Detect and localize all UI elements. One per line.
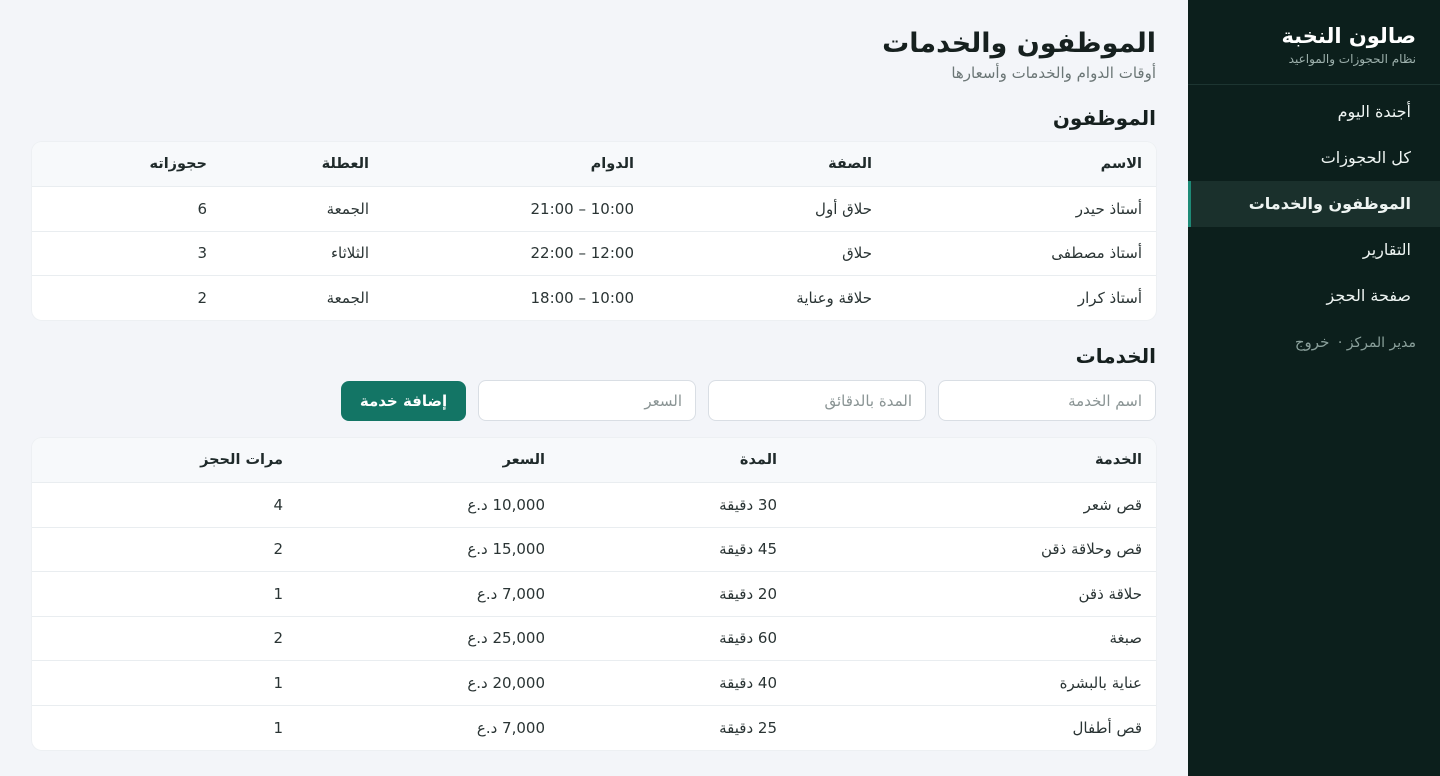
table-row: أستاذ حيدر حلاق أول 10:00 – 21:00 الجمعة… xyxy=(32,186,1156,231)
staff-hours: 10:00 – 18:00 xyxy=(383,275,648,320)
service-name: قص وحلاقة ذقن xyxy=(791,526,1156,572)
staff-bookings: 6 xyxy=(32,186,221,231)
logout-link[interactable]: خروج xyxy=(1295,333,1329,351)
sidebar-nav: أجندة اليوم كل الحجوزات الموظفون والخدما… xyxy=(1188,89,1440,319)
service-price: 25,000 د.ع xyxy=(297,615,559,661)
staff-bookings: 3 xyxy=(32,230,221,276)
service-duration-input[interactable] xyxy=(708,380,926,421)
services-table: الخدمة المدة السعر مرات الحجز قص شعر 30 … xyxy=(32,438,1156,750)
staff-table: الاسم الصفة الدوام العطلة حجوزاته أستاذ … xyxy=(32,142,1156,320)
services-section-title: الخدمات xyxy=(1075,344,1156,368)
brand: صالون النخبة نظام الحجوزات والمواعيد xyxy=(1188,0,1440,85)
table-row: أستاذ مصطفى حلاق 12:00 – 22:00 الثلاثاء … xyxy=(32,230,1156,276)
staff-hours: 12:00 – 22:00 xyxy=(383,230,648,276)
page-title: الموظفون والخدمات xyxy=(882,28,1156,59)
nav-item-reports[interactable]: التقارير xyxy=(1188,227,1440,273)
brand-subtitle: نظام الحجوزات والمواعيد xyxy=(1288,52,1416,66)
staff-title: حلاق أول xyxy=(648,186,886,231)
staff-name: أستاذ حيدر xyxy=(886,186,1156,231)
service-times-booked: 2 xyxy=(32,526,297,572)
staff-hours: 10:00 – 21:00 xyxy=(383,186,648,231)
service-name: حلاقة ذقن xyxy=(791,571,1156,616)
nav-item-staff-services[interactable]: الموظفون والخدمات xyxy=(1188,181,1440,227)
services-table-header: الخدمة المدة السعر مرات الحجز xyxy=(32,438,1156,483)
column-header-hours: الدوام xyxy=(383,142,648,187)
sidebar: صالون النخبة نظام الحجوزات والمواعيد أجن… xyxy=(1188,0,1440,776)
service-duration: 20 دقيقة xyxy=(559,571,791,616)
service-times-booked: 2 xyxy=(32,615,297,661)
column-header-price: السعر xyxy=(297,438,559,483)
table-row: قص أطفال 25 دقيقة 7,000 د.ع 1 xyxy=(32,704,1156,750)
service-times-booked: 1 xyxy=(32,704,297,750)
staff-table-header: الاسم الصفة الدوام العطلة حجوزاته xyxy=(32,142,1156,187)
service-duration: 45 دقيقة xyxy=(559,526,791,572)
service-times-booked: 4 xyxy=(32,482,297,527)
staff-name: أستاذ مصطفى xyxy=(886,230,1156,276)
service-duration: 25 دقيقة xyxy=(559,704,791,750)
service-price: 7,000 د.ع xyxy=(297,704,559,750)
service-price: 10,000 د.ع xyxy=(297,482,559,527)
sidebar-footer: مدير المركز · خروج xyxy=(1188,319,1440,351)
column-header-title: الصفة xyxy=(648,142,886,187)
service-times-booked: 1 xyxy=(32,660,297,705)
table-row: أستاذ كرار حلاقة وعناية 10:00 – 18:00 ال… xyxy=(32,275,1156,320)
staff-table-card: الاسم الصفة الدوام العطلة حجوزاته أستاذ … xyxy=(32,142,1156,320)
table-row: صبغة 60 دقيقة 25,000 د.ع 2 xyxy=(32,615,1156,661)
column-header-day-off: العطلة xyxy=(221,142,383,187)
service-price: 15,000 د.ع xyxy=(297,526,559,572)
service-price: 20,000 د.ع xyxy=(297,660,559,705)
table-row: عناية بالبشرة 40 دقيقة 20,000 د.ع 1 xyxy=(32,660,1156,705)
staff-day-off: الجمعة xyxy=(221,275,383,320)
column-header-name: الاسم xyxy=(886,142,1156,187)
service-name: قص شعر xyxy=(791,482,1156,527)
service-name-input[interactable] xyxy=(938,380,1156,421)
service-times-booked: 1 xyxy=(32,571,297,616)
staff-title: حلاق xyxy=(648,230,886,276)
table-row: حلاقة ذقن 20 دقيقة 7,000 د.ع 1 xyxy=(32,571,1156,616)
main-content: الموظفون والخدمات أوقات الدوام والخدمات … xyxy=(32,0,1156,776)
staff-day-off: الجمعة xyxy=(221,186,383,231)
add-service-button[interactable]: إضافة خدمة xyxy=(341,380,466,421)
services-table-card: الخدمة المدة السعر مرات الحجز قص شعر 30 … xyxy=(32,438,1156,750)
column-header-service: الخدمة xyxy=(791,438,1156,483)
service-price-input[interactable] xyxy=(478,380,696,421)
service-duration: 30 دقيقة xyxy=(559,482,791,527)
service-price: 7,000 د.ع xyxy=(297,571,559,616)
staff-title: حلاقة وعناية xyxy=(648,275,886,320)
service-name: عناية بالبشرة xyxy=(791,660,1156,705)
table-row: قص وحلاقة ذقن 45 دقيقة 15,000 د.ع 2 xyxy=(32,526,1156,572)
service-duration: 60 دقيقة xyxy=(559,615,791,661)
staff-section-title: الموظفون xyxy=(1052,106,1156,130)
staff-day-off: الثلاثاء xyxy=(221,230,383,276)
add-service-form: إضافة خدمة xyxy=(32,380,1156,421)
current-user-role: مدير المركز · xyxy=(1337,335,1416,351)
nav-item-booking-page[interactable]: صفحة الحجز xyxy=(1188,273,1440,319)
service-name: قص أطفال xyxy=(791,704,1156,750)
column-header-duration: المدة xyxy=(559,438,791,483)
nav-item-today-agenda[interactable]: أجندة اليوم xyxy=(1188,89,1440,135)
table-row: قص شعر 30 دقيقة 10,000 د.ع 4 xyxy=(32,482,1156,527)
nav-item-all-bookings[interactable]: كل الحجوزات xyxy=(1188,135,1440,181)
service-name: صبغة xyxy=(791,615,1156,661)
column-header-bookings: حجوزاته xyxy=(32,142,221,187)
brand-title: صالون النخبة xyxy=(1281,24,1416,48)
page-subtitle: أوقات الدوام والخدمات وأسعارها xyxy=(951,64,1156,82)
staff-bookings: 2 xyxy=(32,275,221,320)
service-duration: 40 دقيقة xyxy=(559,660,791,705)
column-header-times-booked: مرات الحجز xyxy=(32,438,297,483)
staff-name: أستاذ كرار xyxy=(886,275,1156,320)
